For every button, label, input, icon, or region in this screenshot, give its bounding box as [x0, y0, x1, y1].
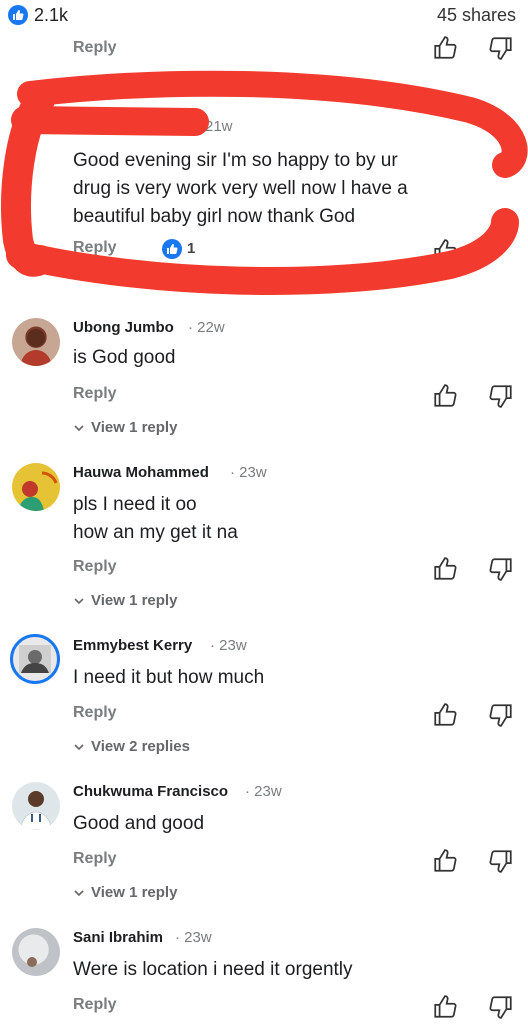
- like-reaction-icon: [162, 239, 182, 259]
- like-icon[interactable]: [432, 556, 460, 584]
- avatar[interactable]: [12, 782, 60, 830]
- like-reaction-icon: [8, 5, 28, 25]
- comment-time: · 23w: [175, 929, 212, 946]
- comment-line: beautiful baby girl now thank God: [73, 206, 356, 227]
- comment-author[interactable]: Emmybest Kerry: [73, 637, 192, 654]
- view-replies-button[interactable]: View 1 reply: [73, 592, 177, 609]
- view-replies-button[interactable]: View 1 reply: [73, 884, 177, 901]
- avatar[interactable]: [12, 928, 60, 976]
- comment-time: 21w: [205, 118, 233, 135]
- comment-author[interactable]: Ubong Jumbo: [73, 319, 174, 336]
- comment-text: Good evening sir I'm so happy to by ur d…: [73, 147, 523, 231]
- chevron-down-icon: [74, 889, 84, 896]
- dislike-icon[interactable]: [488, 994, 516, 1022]
- reaction-count[interactable]: 1: [187, 240, 195, 257]
- like-icon[interactable]: [432, 238, 460, 266]
- avatar[interactable]: [12, 318, 60, 366]
- view-replies-button[interactable]: View 2 replies: [73, 738, 190, 755]
- chevron-down-icon: [74, 424, 84, 431]
- comment: Hauwa Mohammed · 23w pls I need it oo ho…: [0, 455, 528, 615]
- dislike-icon[interactable]: [488, 556, 516, 584]
- like-icon[interactable]: [432, 383, 460, 411]
- reply-button[interactable]: Reply: [73, 239, 117, 257]
- dislike-icon[interactable]: [488, 702, 516, 730]
- reply-button[interactable]: Reply: [73, 996, 117, 1014]
- like-icon[interactable]: [432, 702, 460, 730]
- comment-line: drug is very work very well now l have a: [73, 178, 408, 199]
- avatar[interactable]: [12, 463, 60, 511]
- view-replies-label: View 2 replies: [91, 738, 190, 755]
- comment-line: Good evening sir I'm so happy to by ur: [73, 150, 398, 171]
- comment-time: · 23w: [210, 637, 247, 654]
- post-stats-bar: 2.1k 45 shares: [0, 0, 528, 34]
- dislike-icon[interactable]: [488, 383, 516, 411]
- view-replies-button[interactable]: View 1 reply: [73, 419, 177, 436]
- comment-author[interactable]: Hauwa Mohammed: [73, 464, 209, 481]
- comment-line: how an my get it na: [73, 522, 238, 543]
- reply-button[interactable]: Reply: [73, 704, 117, 722]
- comment-text: is God good: [73, 347, 176, 368]
- comment-time: · 23w: [245, 783, 282, 800]
- comment-text: pls I need it oo how an my get it na: [73, 491, 238, 547]
- like-count[interactable]: 2.1k: [34, 5, 68, 26]
- like-icon[interactable]: [432, 848, 460, 876]
- view-replies-label: View 1 reply: [91, 592, 178, 609]
- view-replies-label: View 1 reply: [91, 419, 178, 436]
- comment: Ubong Jumbo · 22w is God good Reply View…: [0, 310, 528, 450]
- dislike-icon[interactable]: [488, 35, 516, 63]
- shares-count[interactable]: 45 shares: [437, 5, 516, 26]
- reply-button[interactable]: Reply: [73, 385, 117, 403]
- chevron-down-icon: [74, 597, 84, 604]
- highlighted-comment: 21w Good evening sir I'm so happy to by …: [0, 80, 528, 300]
- comment-text: Good and good: [73, 813, 205, 834]
- avatar[interactable]: [10, 634, 60, 684]
- chevron-down-icon: [74, 743, 84, 750]
- comment-time: · 23w: [230, 464, 267, 481]
- like-icon[interactable]: [432, 994, 460, 1022]
- like-icon[interactable]: [432, 35, 460, 63]
- comment-text: I need it but how much: [73, 667, 265, 688]
- comment-author[interactable]: Sani Ibrahim: [73, 929, 163, 946]
- reply-button[interactable]: Reply: [73, 850, 117, 868]
- comment-time: · 22w: [188, 319, 225, 336]
- view-replies-label: View 1 reply: [91, 884, 178, 901]
- comment: Sani Ibrahim · 23w Were is location i ne…: [0, 920, 528, 1024]
- comment: Emmybest Kerry · 23w I need it but how m…: [0, 628, 528, 768]
- dislike-icon[interactable]: [488, 848, 516, 876]
- comment-line: pls I need it oo: [73, 494, 197, 515]
- reply-button[interactable]: Reply: [73, 558, 117, 576]
- comment: Chukwuma Francisco · 23w Good and good R…: [0, 774, 528, 914]
- comment-author[interactable]: Chukwuma Francisco: [73, 783, 228, 800]
- comment-text: Were is location i need it orgently: [73, 959, 353, 980]
- reply-button[interactable]: Reply: [73, 39, 117, 57]
